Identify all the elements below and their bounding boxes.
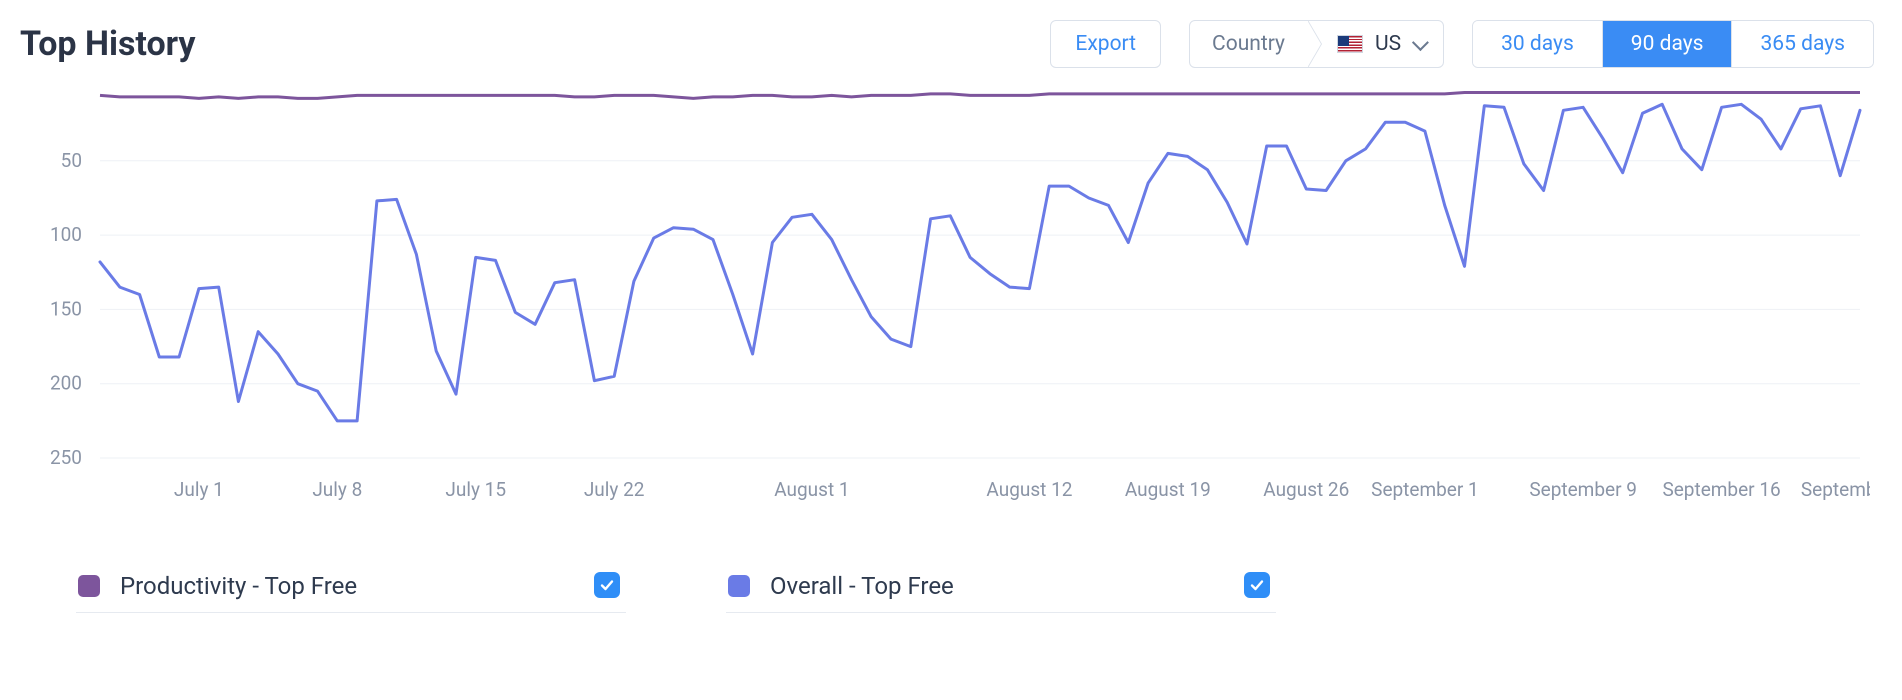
svg-text:250: 250 bbox=[50, 446, 82, 469]
time-range-segmented: 30 days90 days365 days bbox=[1472, 20, 1874, 68]
legend-swatch bbox=[78, 575, 100, 597]
svg-text:August 1: August 1 bbox=[774, 478, 849, 501]
legend-checkbox[interactable] bbox=[1244, 572, 1270, 598]
legend-label: Productivity - Top Free bbox=[120, 572, 357, 600]
svg-text:150: 150 bbox=[50, 297, 82, 320]
svg-text:August 19: August 19 bbox=[1125, 478, 1211, 501]
svg-text:September 16: September 16 bbox=[1662, 478, 1780, 501]
legend-item-0: Productivity - Top Free bbox=[76, 568, 626, 613]
range-option-0[interactable]: 30 days bbox=[1473, 21, 1602, 67]
svg-text:July 22: July 22 bbox=[584, 478, 645, 501]
svg-text:August 26: August 26 bbox=[1263, 478, 1349, 501]
export-button[interactable]: Export bbox=[1050, 20, 1161, 68]
chart-container: 50 100 150 200 250 July 1 July 8 July 15 July 22… bbox=[20, 78, 1874, 508]
page-title: Top History bbox=[20, 24, 196, 64]
country-code: US bbox=[1375, 32, 1401, 56]
line-chart: 50 100 150 200 250 July 1 July 8 July 15 July 22… bbox=[20, 78, 1870, 508]
svg-text:September 9: September 9 bbox=[1529, 478, 1637, 501]
us-flag-icon bbox=[1337, 35, 1363, 53]
range-option-1[interactable]: 90 days bbox=[1602, 21, 1732, 67]
legend-checkbox[interactable] bbox=[594, 572, 620, 598]
legend: Productivity - Top Free Overall - Top Fre… bbox=[76, 568, 1874, 613]
svg-text:200: 200 bbox=[50, 372, 82, 395]
svg-text:July 8: July 8 bbox=[312, 478, 362, 501]
legend-label: Overall - Top Free bbox=[770, 572, 954, 600]
svg-text:100: 100 bbox=[50, 223, 82, 246]
header-controls: Export Country US 30 days90 days365 days bbox=[1050, 20, 1874, 68]
svg-text:September 1: September 1 bbox=[1371, 478, 1479, 501]
country-value[interactable]: US bbox=[1307, 21, 1443, 67]
svg-text:September 23: September 23 bbox=[1801, 478, 1870, 501]
svg-text:50: 50 bbox=[61, 149, 82, 172]
svg-text:July 15: July 15 bbox=[445, 478, 506, 501]
legend-item-1: Overall - Top Free bbox=[726, 568, 1276, 613]
legend-swatch bbox=[728, 575, 750, 597]
country-label: Country bbox=[1190, 21, 1307, 67]
svg-text:August 12: August 12 bbox=[986, 478, 1072, 501]
chevron-down-icon bbox=[1412, 34, 1429, 51]
country-selector[interactable]: Country US bbox=[1189, 20, 1444, 68]
range-option-2[interactable]: 365 days bbox=[1731, 21, 1873, 67]
svg-text:July 1: July 1 bbox=[174, 478, 224, 501]
